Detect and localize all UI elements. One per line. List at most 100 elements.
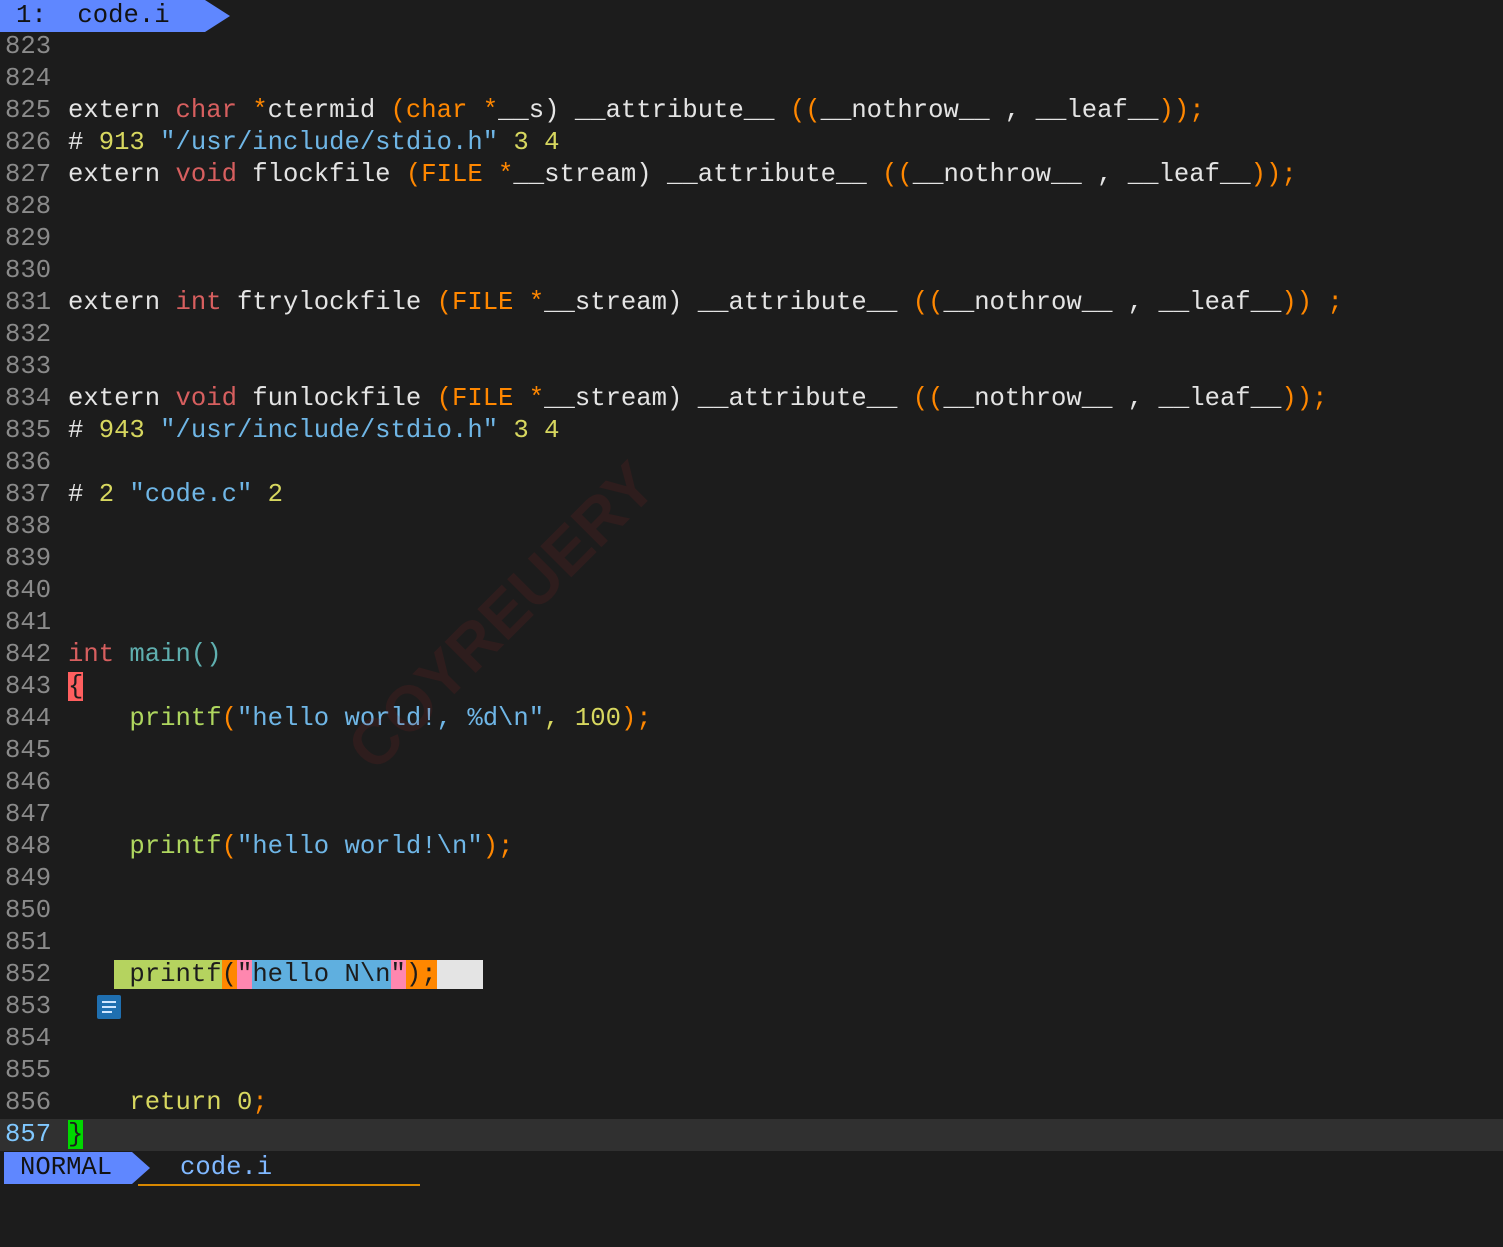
code-token: () (190, 640, 222, 669)
code-text: int main() (68, 639, 222, 671)
code-token: __attribute__ (682, 288, 913, 317)
line-number: 826 (5, 128, 52, 157)
line-number: 828 (5, 192, 52, 221)
code-token: int (175, 288, 222, 317)
code-token: "/usr/include/stdio.h" (144, 416, 499, 445)
code-token: (FILE * (436, 288, 545, 317)
code-token: 0 (236, 1088, 253, 1117)
code-token: (( (789, 96, 821, 125)
code-line: 832 (0, 319, 1503, 351)
code-text: printf("hello N\n"); (68, 959, 483, 991)
code-token: __nothrow__ , __leaf__ (943, 288, 1282, 317)
line-number: 852 (5, 960, 52, 989)
tabline: 1: code.i (0, 0, 1503, 32)
code-token: (FILE * (405, 160, 514, 189)
code-token: return (68, 1088, 237, 1117)
line-number: 839 (5, 544, 52, 573)
code-token: extern (68, 96, 176, 125)
code-token: char (175, 96, 237, 125)
code-line: 840 (0, 575, 1503, 607)
code-token: ctermid (267, 96, 391, 125)
line-number: 842 (5, 640, 52, 669)
code-token: # (68, 480, 99, 509)
code-token: __attribute__ (559, 96, 790, 125)
code-token: int (68, 640, 115, 669)
code-line: 843 { (0, 671, 1503, 703)
code-token: "hello world!, %d\n" (236, 704, 545, 733)
line-number: 849 (5, 864, 52, 893)
code-token: extern (68, 384, 176, 413)
line-number: 846 (5, 768, 52, 797)
line-number: 827 (5, 160, 52, 189)
code-line: 851 (0, 927, 1503, 959)
code-token: __stream) (544, 288, 683, 317)
code-line: 841 (0, 607, 1503, 639)
line-number: 855 (5, 1056, 52, 1085)
code-token: 913 (98, 128, 145, 157)
code-token: 2 (98, 480, 115, 509)
line-number: 824 (5, 64, 52, 93)
line-number: 830 (5, 256, 52, 285)
code-line: 849 (0, 863, 1503, 895)
code-line: 824 (0, 63, 1503, 95)
code-line: 833 (0, 351, 1503, 383)
code-token: (( (882, 160, 913, 189)
cursor-brace: } (68, 1120, 84, 1149)
code-token: flockfile (236, 160, 406, 189)
code-text: return 0; (68, 1087, 267, 1119)
highlight-segment: printf (114, 960, 222, 989)
code-token: 2 (252, 480, 284, 509)
code-token: void (175, 160, 237, 189)
code-line: 842 int main() (0, 639, 1503, 671)
code-line-highlighted: 852 printf("hello N\n"); (0, 959, 1503, 991)
note-icon[interactable] (97, 995, 121, 1019)
code-text: } (68, 1119, 84, 1151)
code-token: ( (221, 832, 237, 861)
code-token: ftrylockfile (221, 288, 437, 317)
code-line: 844 printf("hello world!, %d\n", 100); (0, 703, 1503, 735)
line-number: 843 (5, 672, 52, 701)
code-token: )); (1281, 384, 1328, 413)
code-token: * (252, 96, 268, 125)
highlight-segment (436, 960, 483, 989)
line-number: 836 (5, 448, 52, 477)
editor[interactable]: 823 824 825 extern char *ctermid (char *… (0, 31, 1503, 1151)
code-line: 848 printf("hello world!\n"); (0, 831, 1503, 863)
code-line: 850 (0, 895, 1503, 927)
code-line: 839 (0, 543, 1503, 575)
current-line[interactable]: 857 } (0, 1119, 1503, 1151)
code-token: ); (482, 832, 514, 861)
code-line: 838 (0, 511, 1503, 543)
code-line: 829 (0, 223, 1503, 255)
code-line: 834 extern void funlockfile (FILE *__str… (0, 383, 1503, 415)
buffer-tab[interactable]: 1: code.i (0, 0, 230, 32)
highlight-segment: ; (421, 960, 437, 989)
line-number: 825 (5, 96, 52, 125)
line-number: 854 (5, 1024, 52, 1053)
code-token: 943 (98, 416, 145, 445)
line-number: 856 (5, 1088, 52, 1117)
code-line: 854 (0, 1023, 1503, 1055)
code-token: extern (68, 288, 176, 317)
code-token: extern (68, 160, 176, 189)
code-token: __stream) (513, 160, 652, 189)
code-line: 825 extern char *ctermid (char *__s) __a… (0, 95, 1503, 127)
line-number: 832 (5, 320, 52, 349)
code-token: __nothrow__ , __leaf__ (943, 384, 1282, 413)
code-token: __s) (498, 96, 560, 125)
code-token: (( (912, 384, 944, 413)
code-token: "/usr/include/stdio.h" (144, 128, 499, 157)
code-text: extern char *ctermid (char *__s) __attri… (68, 95, 1205, 127)
line-number: 835 (5, 416, 52, 445)
code-text: extern void flockfile (FILE *__stream) _… (68, 159, 1297, 191)
code-token: __nothrow__ , __leaf__ (820, 96, 1159, 125)
code-line: 846 (0, 767, 1503, 799)
line-number: 823 (5, 32, 52, 61)
highlight-segment: hello N\n (252, 960, 391, 989)
code-line: 831 extern int ftrylockfile (FILE *__str… (0, 287, 1503, 319)
code-token: (FILE * (436, 384, 545, 413)
code-line: 847 (0, 799, 1503, 831)
status-filename: code.i (180, 1153, 273, 1182)
line-number: 840 (5, 576, 52, 605)
